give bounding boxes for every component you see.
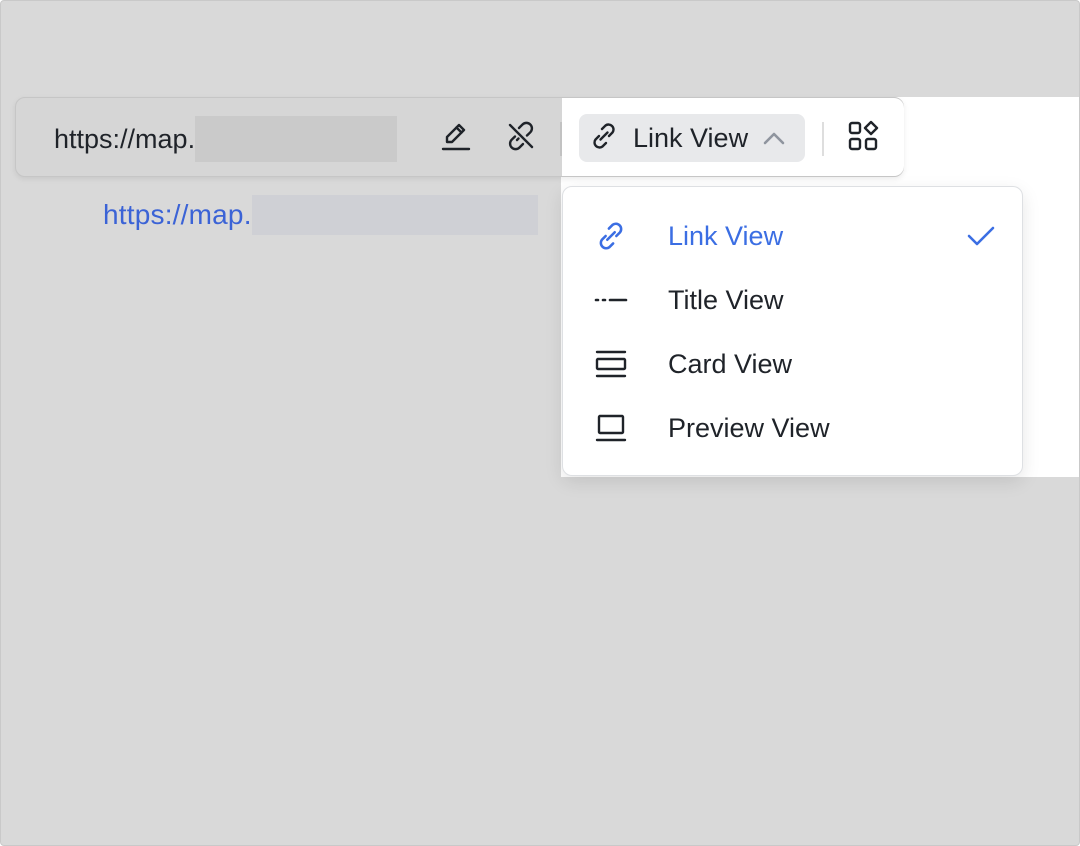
pencil-icon [439, 119, 473, 158]
unlink-icon [504, 119, 538, 158]
dropdown-item-preview-view[interactable]: Preview View [563, 396, 1022, 460]
dropdown-item-label: Link View [668, 220, 784, 251]
toolbar-divider [822, 122, 824, 156]
dropdown-item-card-view[interactable]: Card View [563, 332, 1022, 396]
link-icon [589, 121, 619, 156]
edit-link-button[interactable] [436, 118, 476, 158]
toolbar-url-text[interactable]: https://map. [54, 124, 195, 155]
dropdown-item-title-view[interactable]: Title View [563, 268, 1022, 332]
card-view-icon [593, 346, 629, 382]
preview-view-icon [593, 410, 629, 446]
apps-grid-icon [846, 119, 880, 158]
toolbar-divider [560, 122, 562, 156]
view-mode-label: Link View [633, 122, 749, 153]
toolbar-url[interactable]: https://map. [54, 116, 398, 162]
link-icon [593, 218, 629, 254]
title-view-icon [593, 282, 629, 318]
view-mode-dropdown: Link View Title View Card View Preview V… [562, 186, 1023, 476]
dropdown-item-label: Card View [668, 348, 793, 379]
link-toolbar: https://map. Link View [15, 97, 904, 177]
dropdown-item-label: Preview View [668, 412, 830, 443]
unlink-button[interactable] [501, 118, 541, 158]
dropdown-item-link-view[interactable]: Link View [563, 204, 1022, 268]
more-options-button[interactable] [843, 118, 883, 158]
checkmark-icon [966, 221, 996, 251]
chevron-up-icon [762, 130, 786, 146]
view-mode-select[interactable]: Link View [579, 114, 805, 162]
redacted-url-block [195, 116, 398, 162]
document-link-text[interactable]: https://map. [103, 199, 252, 231]
editor-window: https://map. https://map. Link View Link… [0, 0, 1080, 846]
dropdown-item-label: Title View [668, 284, 784, 315]
document-link[interactable]: https://map. [103, 195, 538, 235]
redacted-url-block [251, 195, 538, 235]
